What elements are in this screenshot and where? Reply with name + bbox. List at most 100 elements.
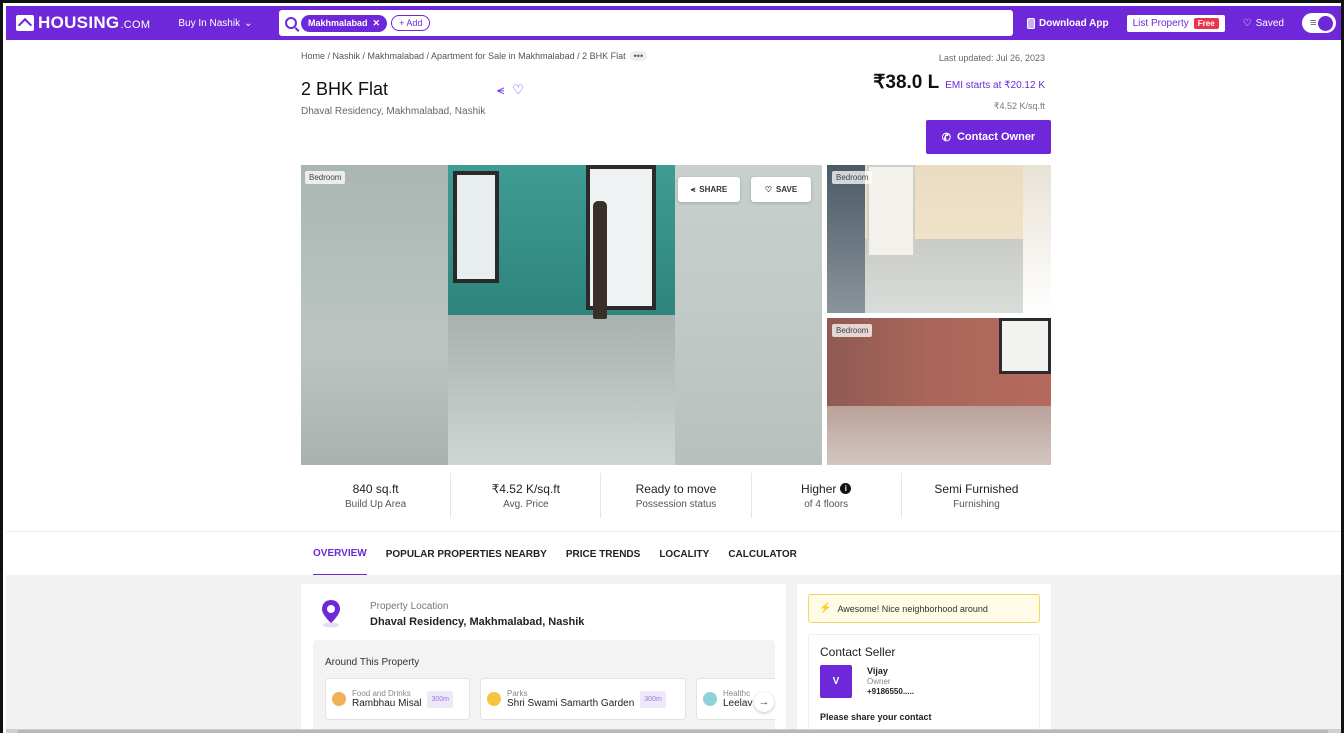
photo-gallery: Bedroom ⪪ SHARE ♡ SAVE Bedroom Bedroom [301,165,1051,465]
breadcrumb-path[interactable]: Home / Nashik / Makhmalabad / Apartment … [301,51,626,61]
stat-value: Higher [801,481,837,496]
download-app-button[interactable]: Download App [1027,17,1109,29]
stat-label: of 4 floors [804,498,849,510]
house-logo-icon [16,15,34,31]
scroll-right-arrow-icon[interactable]: → [754,692,774,712]
housing-logo[interactable]: HOUSING .COM [16,13,150,33]
section-tabs-bar: OVERVIEW POPULAR PROPERTIES NEARBY PRICE… [6,531,1341,576]
contact-owner-label: Contact Owner [956,131,1036,143]
tab-price-trends[interactable]: PRICE TRENDS [566,532,640,576]
health-icon [703,692,717,706]
save-photo-button[interactable]: ♡ SAVE [751,177,811,202]
seller-name: Vijay [867,666,888,676]
neighborhood-banner: ⚡ Awesome! Nice neighborhood around [808,594,1040,623]
stat-value: Semi Furnished [934,481,1019,496]
tab-overview[interactable]: OVERVIEW [313,532,367,576]
account-menu-button[interactable]: ≡ [1302,13,1336,33]
stat-possession: Ready to move Possession status [601,473,752,518]
breadcrumb: Home / Nashik / Makhmalabad / Apartment … [301,51,648,61]
photo-light [1023,165,1051,313]
stat-value: 840 sq.ft [352,481,399,496]
search-bar[interactable]: Makhmalabad ✕ + Add [279,10,1013,36]
list-property-button[interactable]: List Property Free [1126,14,1225,32]
title-actions: ⪪ ♡ [497,82,524,98]
horizontal-scrollbar[interactable] [6,729,1341,733]
poi-name: Leelav [723,698,753,709]
save-label: SAVE [775,185,798,194]
photo-shadow [827,165,865,313]
poi-text: Parks Shri Swami Samarth Garden [507,689,634,709]
poi-card[interactable]: Parks Shri Swami Samarth Garden 300m [480,678,686,720]
photo-window [453,171,499,283]
share-icon[interactable]: ⪪ [497,82,504,98]
blurred-photo-edge [301,165,448,465]
emi-link[interactable]: EMI starts at ₹20.12 K [945,80,1045,91]
hamburger-icon: ≡ [1310,17,1317,29]
stat-build-up-area: 840 sq.ft Build Up Area [301,473,452,518]
property-stats: 840 sq.ft Build Up Area ₹4.52 K/sq.ft Av… [301,473,1051,518]
phone-icon [1027,17,1035,29]
around-this-property-title: Around This Property [325,657,420,668]
avatar-icon [1318,15,1333,31]
heart-icon: ♡ [1242,17,1252,29]
info-icon[interactable]: i [840,483,852,494]
saved-button[interactable]: ♡ Saved [1243,18,1284,29]
stat-label: Furnishing [953,498,1000,510]
contact-owner-button[interactable]: ✆ Contact Owner [926,120,1051,154]
stat-floor: Higher i of 4 floors [752,473,902,518]
last-updated: Last updated: Jul 26, 2023 [938,53,1045,63]
seller-role: Owner [867,677,891,686]
poi-category: Healthc [723,689,751,698]
photo-floor [827,406,1051,465]
poi-distance: 300m [640,690,666,708]
poi-category: Food and Drinks [352,689,411,698]
photo-window [999,318,1051,374]
close-icon[interactable]: ✕ [373,18,381,29]
blurred-photo-edge [675,165,822,465]
heart-icon[interactable]: ♡ [512,82,524,98]
stat-label: Possession status [635,498,717,510]
locality-chip-label: Makhmalabad [308,18,368,28]
breadcrumb-more-button[interactable]: ••• [629,51,648,61]
buy-in-city-dropdown[interactable]: Buy In Nashik ⌄ [178,18,252,29]
contact-seller-title: Contact Seller [820,645,896,659]
avatar: V [820,665,852,698]
poi-text: Healthc Leelav [723,689,752,709]
download-app-label: Download App [1039,17,1109,29]
lightning-icon: ⚡ [819,603,832,614]
browser-frame: HOUSING .COM Buy In Nashik ⌄ Makhmalabad… [0,0,1344,733]
poi-text: Food and Drinks Rambhau Misal [352,689,421,709]
property-location-label: Property Location [370,601,449,612]
side-photo-bottom[interactable] [827,318,1051,465]
add-locality-button[interactable]: + Add [391,15,431,31]
tab-popular-properties[interactable]: POPULAR PROPERTIES NEARBY [386,532,547,576]
stat-label: Avg. Price [503,498,549,510]
heart-icon: ♡ [764,185,772,194]
poi-category: Parks [507,689,528,698]
locality-chip[interactable]: Makhmalabad ✕ [301,14,388,32]
neighborhood-text: Awesome! Nice neighborhood around [837,603,988,614]
share-label: SHARE [699,185,728,194]
share-icon: ⪪ [690,184,696,194]
photo-label: Bedroom [832,324,873,337]
photo-label: Bedroom [832,171,873,184]
tab-calculator[interactable]: CALCULATOR [728,532,797,576]
share-contact-prompt: Please share your contact [820,712,932,722]
location-pin-icon [322,600,340,628]
price-row: ₹38.0 L EMI starts at ₹20.12 K [873,71,1045,94]
page-title: 2 BHK Flat [301,79,389,99]
photo-floor [448,315,675,465]
search-icon [285,17,297,29]
free-badge: Free [1193,17,1219,29]
tab-locality[interactable]: LOCALITY [659,532,709,576]
side-photo-top[interactable] [827,165,1051,313]
main-photo[interactable] [301,165,822,465]
poi-name: Rambhau Misal [352,698,422,709]
list-property-label: List Property [1132,17,1189,29]
property-location-value: Dhaval Residency, Makhmalabad, Nashik [370,616,585,628]
saved-label: Saved [1255,17,1284,29]
logo-text: HOUSING [38,13,120,32]
share-photo-button[interactable]: ⪪ SHARE [678,177,740,202]
property-address: Dhaval Residency, Makhmalabad, Nashik [301,106,486,117]
poi-card[interactable]: Food and Drinks Rambhau Misal 300m [325,678,470,720]
